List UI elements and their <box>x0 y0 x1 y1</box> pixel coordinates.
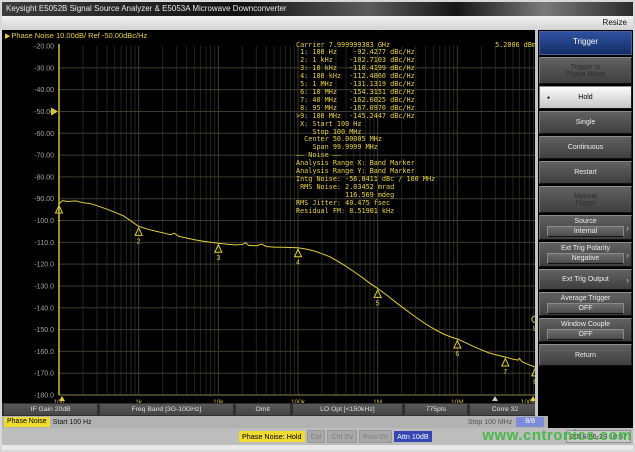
y-tick-label: -130.0 <box>34 283 54 290</box>
sidebar-button-hold[interactable]: Hold● <box>539 86 632 109</box>
chart-marker-label-5: 5 <box>376 300 380 307</box>
sidebar-button-restart[interactable]: Restart <box>539 161 632 184</box>
y-tick-label: -40.00 <box>34 87 54 94</box>
resize-button[interactable]: Resize <box>603 18 627 27</box>
y-tick-label: -70.00 <box>34 153 54 160</box>
chart-marker-label-3: 3 <box>216 255 220 262</box>
points-status: 775pts <box>405 404 467 415</box>
y-tick-label: -100.0 <box>34 218 54 225</box>
chart-marker-label-1: 1 <box>57 216 61 223</box>
chart-marker-label-7: 7 <box>503 369 507 376</box>
selected-bullet-icon: ● <box>547 95 550 101</box>
y-tick-label: -180.0 <box>34 393 54 400</box>
y-tick-label: -140.0 <box>34 305 54 312</box>
instrument-screen: ▶Phase Noise 10.00dB/ Ref -50.00dBc/Hz -… <box>2 30 633 445</box>
mode-status-badge: Phase Noise: Hold <box>239 431 305 442</box>
band-marker-icon <box>492 396 498 401</box>
sidebar-button-continuous[interactable]: Continuous <box>539 136 632 159</box>
submenu-arrow-icon: › <box>626 223 629 233</box>
carrier-power: 5.2006 dBm <box>495 41 536 49</box>
menu-title: Trigger <box>539 31 632 55</box>
resize-bar: Resize <box>2 16 633 31</box>
sweep-range-bar: Phase Noise Start 100 Hz Stop 100 MHz 8/… <box>2 416 548 428</box>
y-tick-label: -120.0 <box>34 262 54 269</box>
phase-noise-chart: -20.00 -30.00 -40.00 -50.00 -60.00 -70.00 -80.… <box>2 30 542 407</box>
window-title-bar: Keysight E5052B Signal Source Analyzer &… <box>2 2 633 16</box>
chart-marker-label-6: 6 <box>455 351 459 358</box>
sidebar-button-average-trigger[interactable]: Average TriggerOFF <box>539 292 632 316</box>
if-gain-status: IF Gain 20dB <box>4 404 97 415</box>
sidebar-button-return[interactable]: Return <box>539 344 632 366</box>
lo-opt-status: LO Opt [<150kHz] <box>293 404 402 415</box>
measurement-panel: ▶Phase Noise 10.00dB/ Ref -50.00dBc/Hz -… <box>2 30 542 445</box>
measurement-status-bar: IF Gain 20dB Freq Band [3G-10GHz] Omit L… <box>2 403 542 416</box>
cal-status-badge: Cal <box>307 430 326 443</box>
sweep-stop-label: Stop 100 MHz <box>468 419 512 426</box>
pow-status-badge: Pow 0V <box>359 430 392 443</box>
sidebar-button-source[interactable]: SourceInternal› <box>539 215 632 240</box>
y-tick-label: -160.0 <box>34 349 54 356</box>
freq-band-status: Freq Band [3G-10GHz] <box>100 404 232 415</box>
marker-readout-line: Residual FM: 8.51901 kHz <box>296 208 435 216</box>
ctrl-status-badge: Ctrl 0V <box>327 430 357 443</box>
chart-marker-label-2: 2 <box>137 238 141 245</box>
submenu-arrow-icon: › <box>626 250 629 260</box>
y-tick-label: -150.0 <box>34 327 54 334</box>
softkey-menu: Trigger Trigger toPhase NoiseHold●Single… <box>535 30 633 428</box>
chart-marker-label-4: 4 <box>296 260 300 267</box>
y-tick-label: -50.00 <box>34 109 54 116</box>
y-tick-label: -30.00 <box>34 65 54 72</box>
y-tick-label: -110.0 <box>35 240 54 247</box>
sidebar-button-ext-trig-output[interactable]: Ext Trig Output› <box>539 269 632 290</box>
y-tick-label: -20.00 <box>34 44 54 51</box>
y-tick-label: -80.00 <box>34 174 54 181</box>
sidebar-button-ext-trig-polarity[interactable]: Ext Trig PolarityNegative› <box>539 242 632 267</box>
y-tick-label: -170.0 <box>34 371 54 378</box>
marker-readout-block: 1: 100 Hz -92.4277 dBc/Hz 2: 1 kHz -102.… <box>296 49 435 216</box>
submenu-arrow-icon: › <box>626 275 629 285</box>
sidebar-button-single[interactable]: Single <box>539 111 632 134</box>
correlation-status: Corre 32 <box>470 404 540 415</box>
trace-indicator-icon: ▶ <box>5 33 10 40</box>
omit-status: Omit <box>236 404 290 415</box>
datetime-display: 2018-06-29 16:57 <box>566 430 631 443</box>
instrument-status-bar: Phase Noise: Hold Cal Ctrl 0V Pow 0V Att… <box>2 428 633 445</box>
app-window: Keysight E5052B Signal Source Analyzer &… <box>0 0 635 452</box>
phase-noise-tab[interactable]: Phase Noise <box>4 417 50 427</box>
attenuator-status-badge: Attn 10dB <box>394 431 432 442</box>
window-title: Keysight E5052B Signal Source Analyzer &… <box>6 4 287 13</box>
y-tick-label: -90.00 <box>34 196 54 203</box>
sidebar-button-trigger-to-phase-noise: Trigger toPhase Noise <box>539 57 632 84</box>
sweep-start-label: Start 100 Hz <box>53 419 92 426</box>
sidebar-button-manual-trigger: ManualTrigger <box>539 186 632 213</box>
page-indicator: 8/8 <box>516 417 544 427</box>
trace-scale-label: ▶Phase Noise 10.00dB/ Ref -50.00dBc/Hz <box>5 31 147 40</box>
y-tick-label: -60.00 <box>34 131 54 138</box>
sidebar-button-window-couple[interactable]: Window CoupleOFF <box>539 318 632 342</box>
